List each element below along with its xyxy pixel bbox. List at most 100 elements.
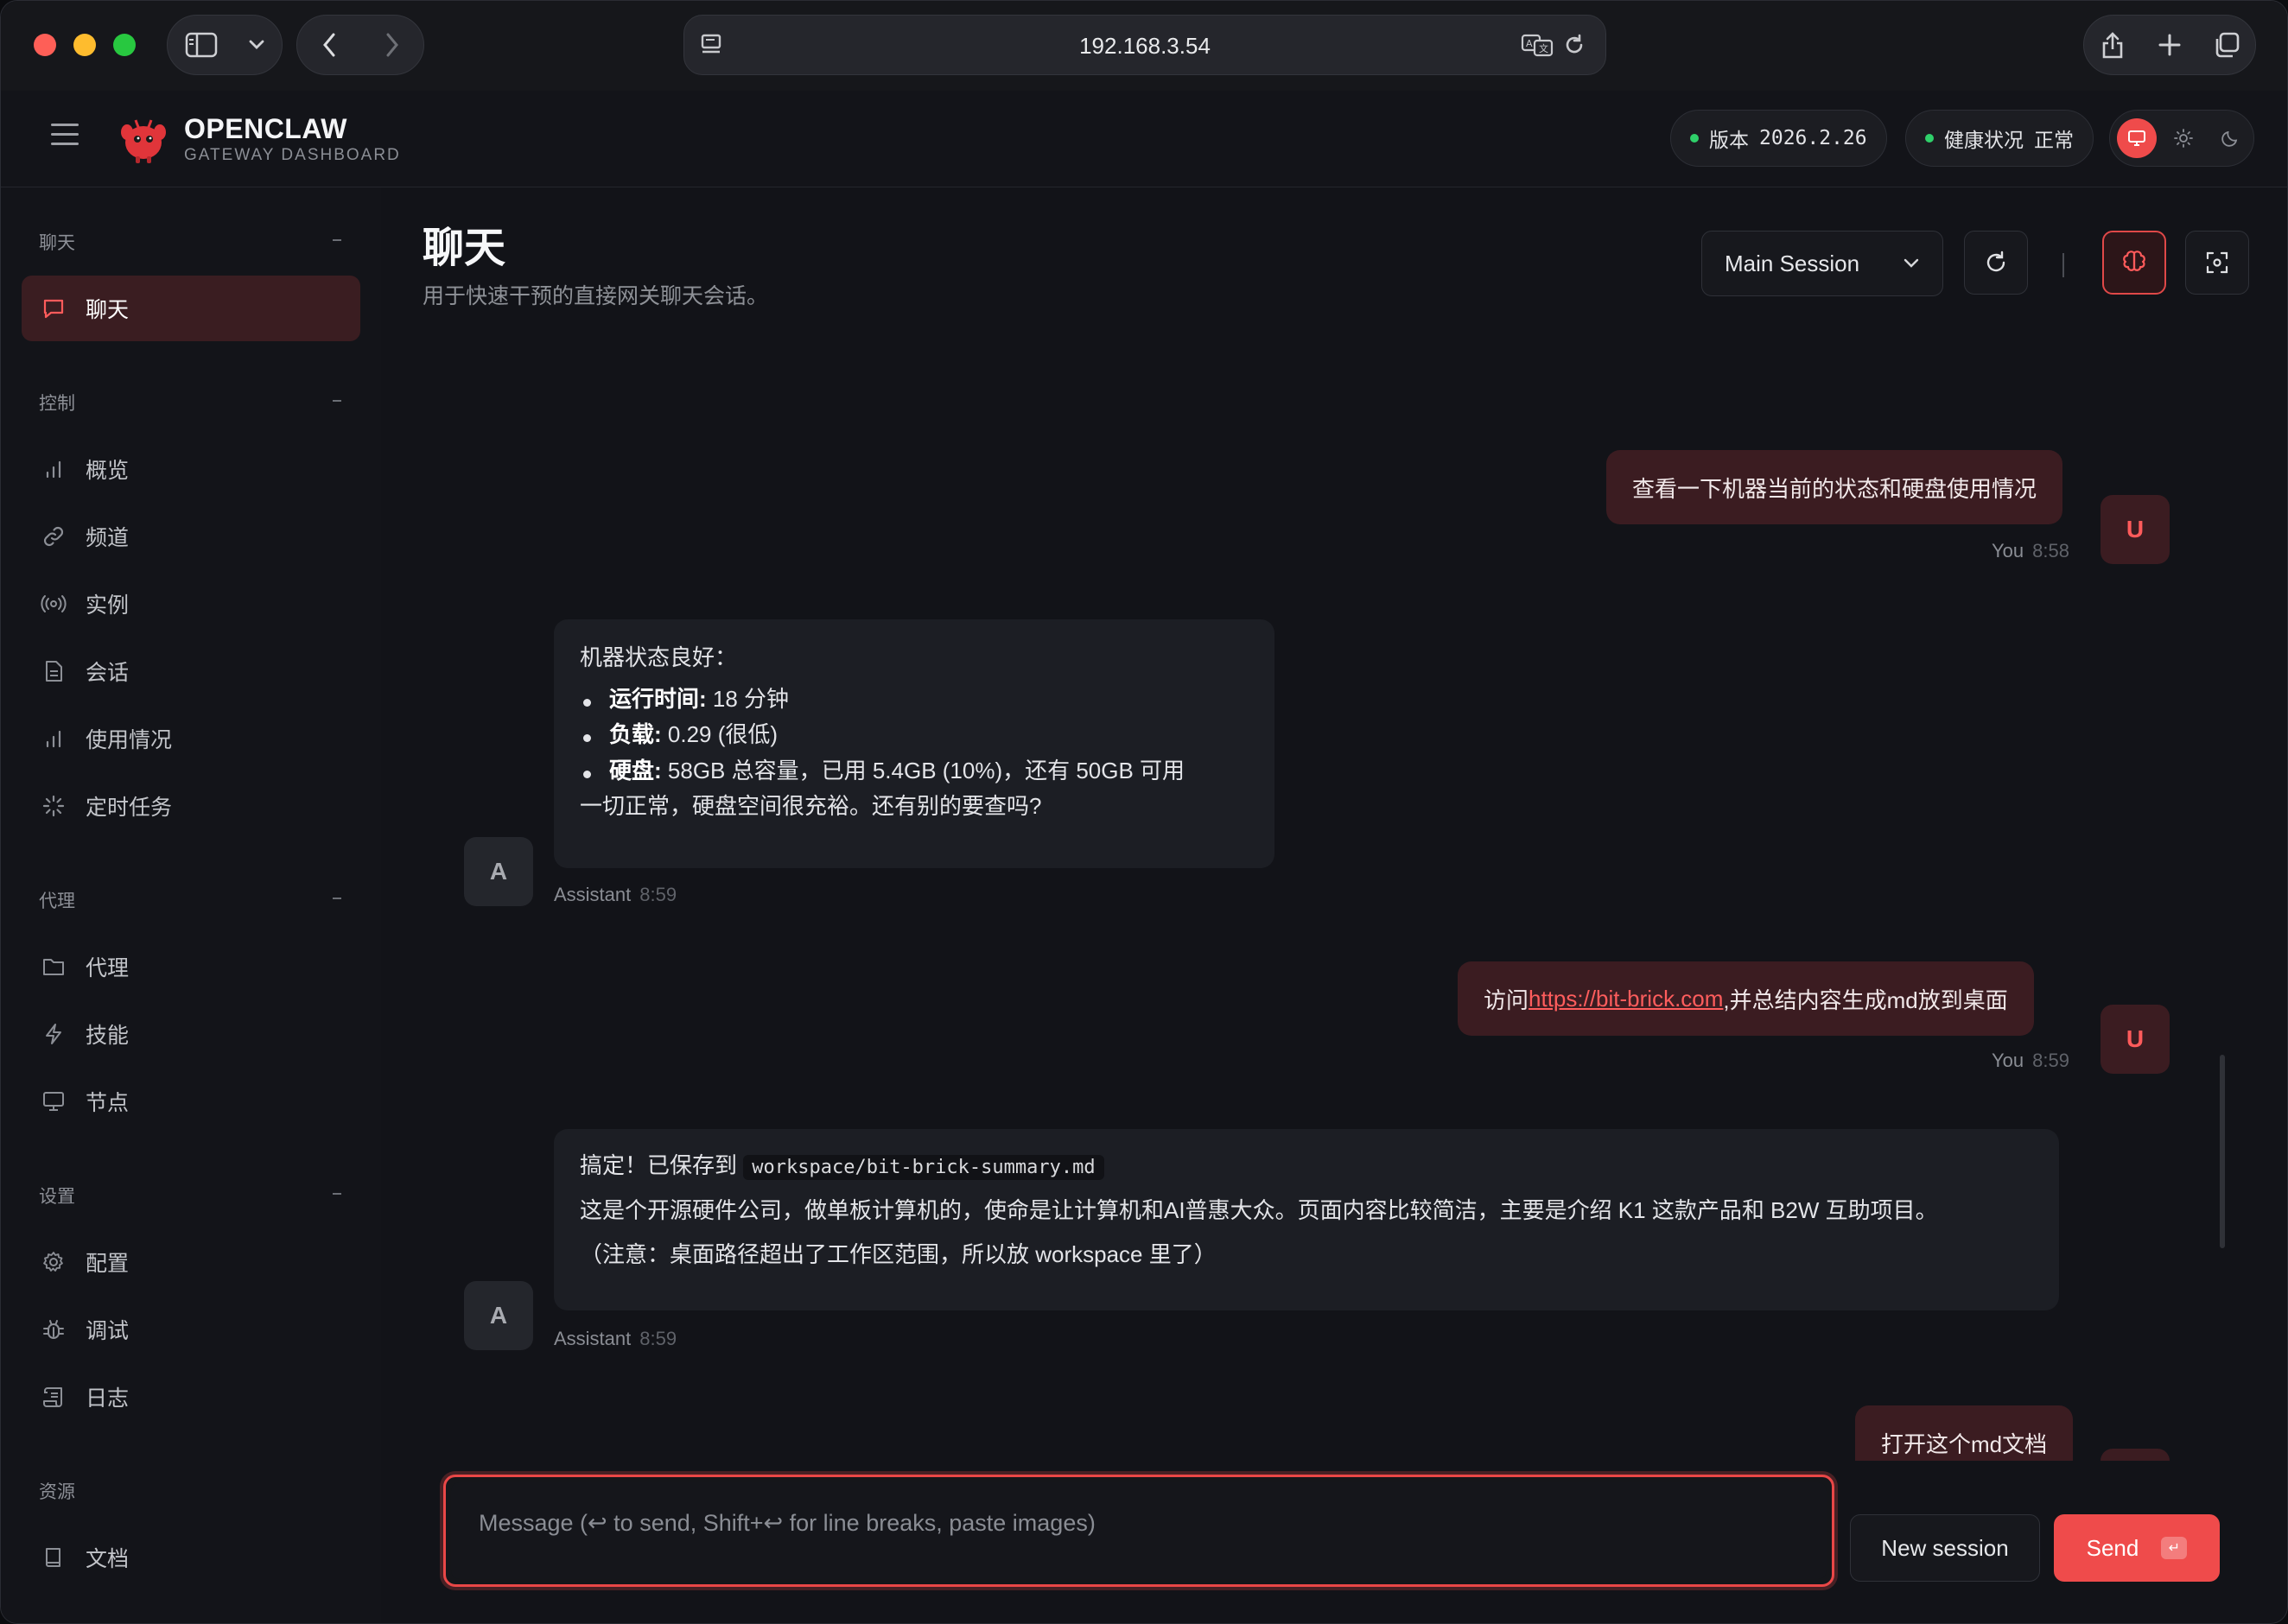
close-window-button[interactable]: [34, 34, 56, 56]
version-label: 版本: [1709, 129, 1749, 151]
item-label: 运行时间:: [609, 685, 707, 712]
list-item: 负载: 0.29 (很低): [580, 717, 1249, 753]
theme-light-button[interactable]: [2164, 118, 2203, 158]
sidebar-item-instances[interactable]: 实例: [22, 571, 360, 637]
address-bar[interactable]: 192.168.3.54 A文: [683, 15, 1606, 75]
share-button[interactable]: [2084, 15, 2141, 75]
sidebar-section-resources[interactable]: 资源: [39, 1478, 75, 1504]
message-meta: Assistant 8:59: [554, 1328, 677, 1350]
minimize-window-button[interactable]: [73, 34, 96, 56]
gear-icon: [41, 1249, 67, 1275]
chat-thread: 查看一下机器当前的状态和硬盘使用情况 U You 8:58 机器状态良好： 运行时…: [423, 329, 2246, 1461]
app-header: OPENCLAW GATEWAY DASHBOARD 版本 2026.2.26 …: [1, 91, 2287, 187]
sidebar-item-chat[interactable]: 聊天: [22, 276, 360, 341]
page-title: 聊天: [423, 225, 506, 271]
user-message-bubble: 访问 https://bit-brick.com ,并总结内容生成md放到桌面: [1458, 961, 2034, 1036]
send-label: Send: [2086, 1534, 2139, 1561]
sidebar-item-nodes[interactable]: 节点: [22, 1069, 360, 1134]
chevron-down-icon: [1903, 258, 1919, 268]
new-session-button[interactable]: New session: [1850, 1514, 2040, 1582]
sidebar-item-label: 配置: [86, 1252, 130, 1276]
sidebar-item-overview[interactable]: 概览: [22, 436, 360, 502]
browser-window: 192.168.3.54 A文 OPENCLAW GATEWAY DASHBOA…: [0, 0, 2288, 1624]
tabs-icon: [2215, 32, 2240, 58]
chat-scrollbar[interactable]: [2220, 1055, 2225, 1248]
sidebar-item-label: 日志: [86, 1386, 130, 1411]
menu-toggle-button[interactable]: [51, 124, 79, 152]
reload-icon[interactable]: [1562, 33, 1586, 57]
refresh-button[interactable]: [1964, 231, 2028, 295]
sidebar-item-usage[interactable]: 使用情况: [22, 706, 360, 771]
back-button[interactable]: [297, 15, 360, 75]
sidebar-item-logs[interactable]: 日志: [22, 1364, 360, 1430]
collapse-icon[interactable]: [333, 239, 341, 241]
message-sender: Assistant: [554, 1328, 632, 1349]
session-select-value: Main Session: [1725, 250, 1860, 276]
collapse-icon[interactable]: [333, 898, 341, 899]
sun-icon: [2174, 129, 2193, 148]
message-suffix: ,并总结内容生成md放到桌面: [1723, 986, 2008, 1013]
maximize-window-button[interactable]: [113, 34, 136, 56]
sidebar-section-settings[interactable]: 设置: [39, 1183, 75, 1208]
message-text: 查看一下机器当前的状态和硬盘使用情况: [1632, 475, 2037, 502]
health-value: 正常: [2034, 129, 2074, 151]
message-sender: You: [1992, 1050, 2024, 1071]
theme-system-button[interactable]: [2117, 118, 2157, 158]
monitor-icon: [41, 1088, 67, 1114]
forward-button[interactable]: [360, 15, 423, 75]
collapse-icon[interactable]: [333, 400, 341, 402]
theme-dark-button[interactable]: [2210, 118, 2250, 158]
user-message-bubble: 查看一下机器当前的状态和硬盘使用情况: [1606, 450, 2063, 524]
thinking-toggle-button[interactable]: [2102, 231, 2166, 295]
sidebar-item-label: 定时任务: [86, 796, 173, 820]
sidebar-menu-button[interactable]: [235, 15, 278, 75]
browser-actions-group: [2083, 15, 2256, 75]
url-text[interactable]: 192.168.3.54: [684, 33, 1605, 60]
new-tab-button[interactable]: [2141, 15, 2198, 75]
sidebar-section-control[interactable]: 控制: [39, 390, 75, 416]
sidebar-item-label: 会话: [86, 661, 130, 685]
status-dot: [1690, 134, 1699, 143]
openclaw-logo-icon: [121, 119, 166, 163]
refresh-icon: [1986, 251, 2005, 272]
tab-overview-button[interactable]: [2198, 15, 2255, 75]
send-button[interactable]: Send ↵: [2054, 1514, 2220, 1582]
collapse-icon[interactable]: [333, 1193, 341, 1195]
sidebar-item-label: 使用情况: [86, 728, 173, 752]
folder-icon: [41, 954, 67, 980]
sidebar-item-debug[interactable]: 调试: [22, 1297, 360, 1362]
document-icon: [41, 658, 67, 684]
message-time: 8:59: [639, 1328, 677, 1349]
session-select[interactable]: Main Session: [1701, 231, 1943, 296]
sidebar-toggle-button[interactable]: [168, 15, 235, 75]
file-path-code: workspace/bit-brick-summary.md: [743, 1155, 1104, 1180]
sidebar-item-label: 概览: [86, 459, 130, 483]
sidebar-item-agents[interactable]: 代理: [22, 934, 360, 999]
sidebar-item-cron-jobs[interactable]: 定时任务: [22, 773, 360, 839]
message-input[interactable]: Message (↩ to send, Shift+↩ for line bre…: [443, 1475, 1834, 1587]
focus-mode-button[interactable]: [2185, 231, 2249, 295]
message-icon: [41, 295, 67, 321]
sidebar-section-agents[interactable]: 代理: [39, 887, 75, 913]
lightning-icon: [41, 1021, 67, 1047]
list-item: 硬盘: 58GB 总容量，已用 5.4GB (10%)，还有 50GB 可用: [580, 753, 1249, 790]
sidebar-toggle-group: [167, 15, 283, 75]
monitor-icon: [2128, 130, 2145, 146]
sidebar-item-label: 文档: [86, 1547, 130, 1571]
chevron-right-icon: [386, 33, 398, 57]
message-text: 搞定！已保存到: [580, 1152, 738, 1178]
translate-icon[interactable]: A文: [1521, 33, 1554, 57]
message-link[interactable]: https://bit-brick.com: [1529, 986, 1723, 1012]
assistant-message-bubble: 机器状态良好： 运行时间: 18 分钟 负载: 0.29 (很低) 硬盘: 58…: [554, 619, 1274, 868]
message-line: 这是个开源硬件公司，做单板计算机的，使命是让计算机和AI普惠大众。页面内容比较简…: [580, 1196, 1938, 1223]
sidebar-icon: [185, 32, 218, 58]
sidebar-item-skills[interactable]: 技能: [22, 1001, 360, 1067]
theme-switcher: [2109, 110, 2254, 167]
sidebar-item-docs[interactable]: 文档: [22, 1525, 360, 1590]
sidebar-item-channels[interactable]: 频道: [22, 504, 360, 569]
sidebar-section-chat[interactable]: 聊天: [39, 229, 75, 255]
link-icon: [41, 523, 67, 549]
sidebar-item-config[interactable]: 配置: [22, 1229, 360, 1295]
message-input-field[interactable]: Message (↩ to send, Shift+↩ for line bre…: [451, 1482, 1827, 1579]
sidebar-item-sessions[interactable]: 会话: [22, 638, 360, 704]
